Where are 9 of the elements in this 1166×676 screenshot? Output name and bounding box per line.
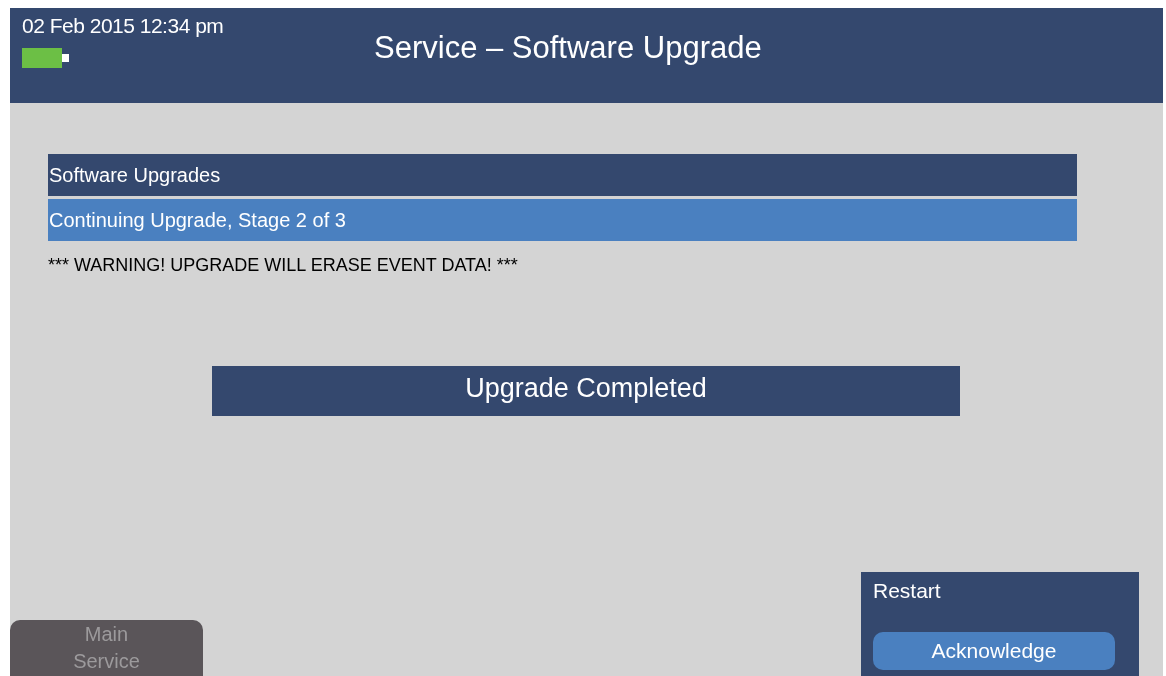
date-time: 02 Feb 2015 12:34 pm xyxy=(22,14,225,38)
list-item[interactable]: Continuing Upgrade, Stage 2 of 3 xyxy=(48,199,1077,241)
warning-text: *** WARNING! UPGRADE WILL ERASE EVENT DATA! *** xyxy=(48,255,519,276)
panel-title: Restart xyxy=(873,579,942,603)
acknowledge-button[interactable]: Acknowledge xyxy=(873,632,1115,670)
list-header: Software Upgrades xyxy=(48,154,1077,196)
status-banner: Upgrade Completed xyxy=(212,366,960,416)
page-title: Service – Software Upgrade xyxy=(374,29,762,67)
battery-icon xyxy=(22,48,69,68)
